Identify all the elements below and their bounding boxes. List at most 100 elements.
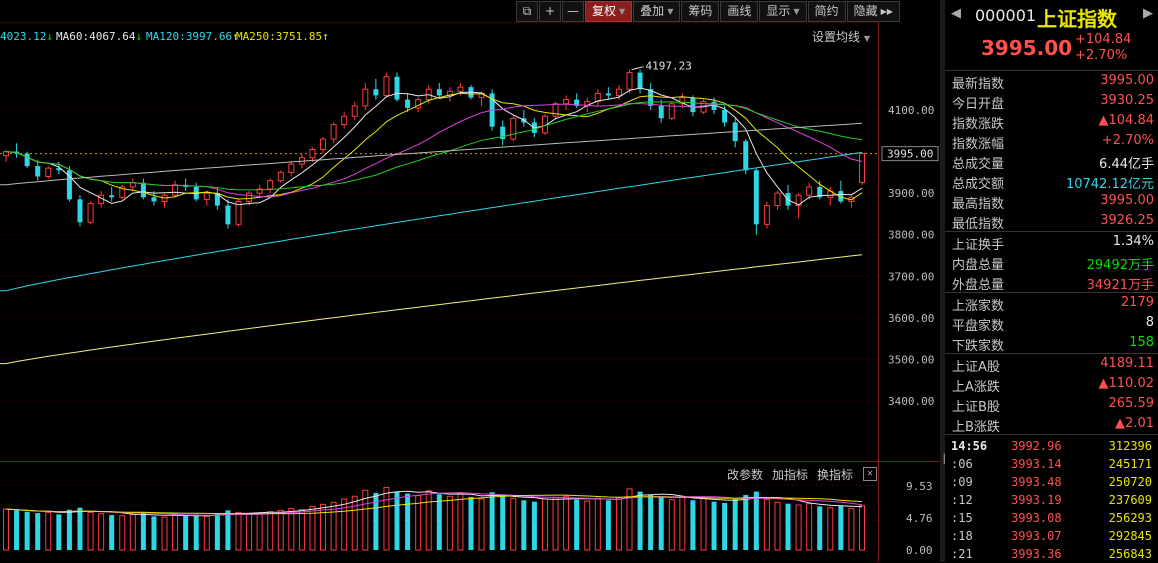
candle-up [172, 184, 179, 196]
volume-bar-up [277, 509, 284, 551]
volume-bar-up [161, 516, 168, 551]
toolbar-button-8[interactable]: 简约 [807, 1, 846, 22]
candle-up [615, 88, 622, 96]
quote-value: ▲110.02 [1098, 376, 1155, 391]
candle-up [563, 99, 570, 105]
high-arrow-icon [631, 66, 644, 71]
toolbar-label: 叠加 [640, 4, 665, 18]
kline-chart-area[interactable]: 4100.00 3900.00 3800.00 3700.00 3600.00 3500.… [0, 0, 940, 562]
tick-price: 3993.14 [1011, 457, 1062, 471]
volume-bar-up [478, 498, 485, 551]
ma-settings-button[interactable]: 设置均线 ▼ [812, 28, 870, 45]
volume-bar-up [3, 508, 9, 551]
add-indicator-button[interactable]: 加指标 [772, 466, 808, 483]
candle-down [605, 93, 611, 96]
candle-up [246, 192, 253, 202]
volume-bar-up [351, 495, 358, 551]
zoom-out-button[interactable]: — [562, 1, 584, 22]
candle-down [722, 110, 728, 123]
volume-bar-down [35, 513, 41, 550]
quote-value: 4189.11 [1100, 356, 1154, 371]
price-tick-label: 3400.00 [888, 395, 934, 408]
ma-legend-item: MA120:3997.66↑ [146, 30, 239, 43]
tick-price: 3993.36 [1011, 547, 1062, 561]
next-stock-icon[interactable]: ▶ [1143, 6, 1153, 21]
current-price-label: 3995.00 [887, 148, 933, 161]
candle-up [457, 86, 464, 92]
quote-value: 3926.25 [1100, 213, 1154, 228]
candle-down [24, 153, 30, 167]
quote-value: 29492万手 [1086, 258, 1154, 273]
quote-row: 今日开盘 3930.25 [945, 91, 1158, 112]
quote-label: 最新指数 [952, 77, 1005, 92]
switch-indicator-button[interactable]: 换指标 [817, 466, 853, 483]
ma-legend-label: MA250:3751.85 [236, 30, 323, 43]
price-tick-label: 3600.00 [888, 312, 934, 325]
quote-label: 上B涨跌 [952, 420, 1000, 435]
tick-row: :15 3993.08 256293 [945, 509, 1158, 527]
toolbar-button-5[interactable]: 筹码 [681, 1, 720, 22]
volume-bar-down [489, 492, 495, 550]
toolbar-button-4[interactable]: 叠加 ▼ [633, 1, 681, 22]
volume-bar-up [87, 511, 94, 551]
candle-down [151, 197, 157, 202]
volume-bar-down [648, 494, 654, 550]
volume-bar-up [298, 509, 305, 551]
candle-down [373, 89, 379, 96]
price-tick-label: 3500.00 [888, 353, 934, 366]
current-price: 3995.00 [981, 36, 1073, 60]
volume-bar-up [45, 511, 52, 551]
zoom-in-button[interactable]: + [539, 1, 561, 22]
candle-down [109, 195, 115, 198]
quote-label: 内盘总量 [952, 258, 1005, 273]
window-restore-button[interactable]: ⧉ [516, 1, 538, 22]
toolbar-label: 显示 [766, 4, 791, 18]
quote-value: ▲2.01 [1115, 416, 1154, 431]
high-price-label: 4197.23 [646, 60, 692, 73]
tick-time: :21 [951, 547, 973, 561]
volume-bar-up [859, 505, 865, 551]
quote-row: 指数涨幅 +2.70% [945, 131, 1158, 152]
volume-bar-down [722, 502, 728, 550]
candle-down [405, 99, 411, 108]
candle-up [45, 167, 52, 178]
volume-bar-down [574, 499, 580, 550]
arrow-down-icon: ↓ [46, 30, 53, 43]
candle-up [383, 76, 390, 96]
tick-price: 3993.08 [1011, 511, 1062, 525]
close-icon[interactable]: ✕ [863, 467, 877, 481]
price-tick-label: 4100.00 [888, 104, 934, 117]
volume-bar-up [563, 495, 570, 551]
toolbar-button-7[interactable]: 显示 ▼ [759, 1, 807, 22]
quote-row: 最低指数 3926.25 [945, 211, 1158, 232]
ma-legend-item: 4023.12↓ [0, 30, 53, 43]
tick-time: :12 [951, 493, 973, 507]
toolbar-button-6[interactable]: 画线 [720, 1, 759, 22]
toolbar-label: 复权 [592, 4, 617, 18]
prev-stock-icon[interactable]: ◀ [951, 6, 961, 21]
quote-value: 3995.00 [1100, 73, 1154, 88]
quote-value: 1.34% [1112, 234, 1154, 249]
change-params-button[interactable]: 改参数 [727, 466, 763, 483]
volume-tick-label: 4.76 [906, 512, 933, 525]
tick-price: 3993.07 [1011, 529, 1062, 543]
candle-down [690, 97, 696, 113]
price-change: +104.84 [1075, 32, 1132, 47]
toolbar-label: 隐藏 [853, 4, 878, 18]
quote-label: 指数涨跌 [952, 117, 1005, 132]
toolbar-button-9[interactable]: 隐藏 ▶▶ [846, 1, 900, 22]
toolbar-button-3[interactable]: 复权 ▼ [585, 1, 633, 22]
tick-time: :18 [951, 529, 973, 543]
candle-up [277, 171, 284, 182]
volume-bar-up [203, 515, 210, 551]
candle-up [309, 148, 316, 159]
volume-bar-up [172, 514, 179, 551]
tick-volume: 292845 [1108, 529, 1152, 543]
ma250-line [0, 254, 863, 365]
tick-price: 3993.19 [1011, 493, 1062, 507]
volume-bar-up [98, 513, 105, 551]
tick-price: 3992.96 [1011, 439, 1062, 453]
tick-price: 3993.48 [1011, 475, 1062, 489]
quote-row: 外盘总量 34921万手 [945, 272, 1158, 293]
volume-bar-down [743, 494, 749, 550]
